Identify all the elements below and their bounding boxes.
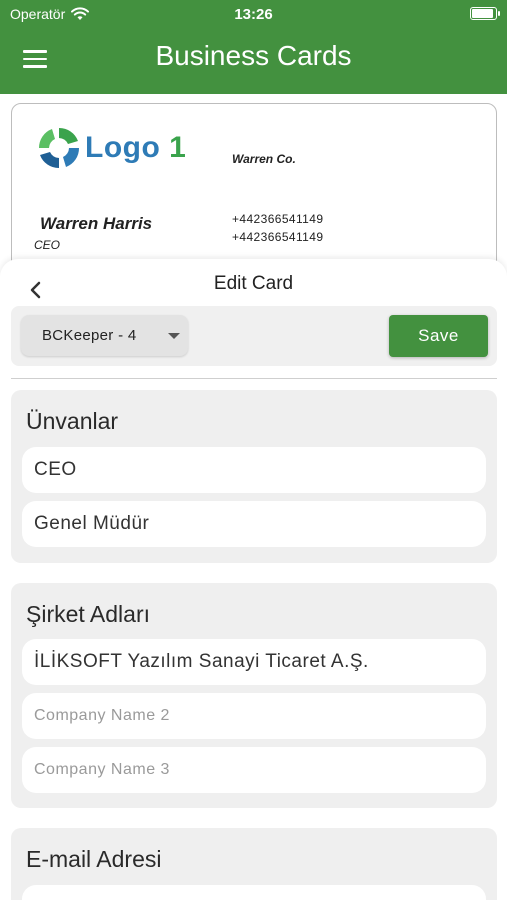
edit-toolbar: BCKeeper - 4 Save: [11, 306, 497, 366]
battery-icon: [470, 7, 500, 20]
sheet-title: Edit Card: [213, 273, 294, 294]
email-section: E-mail Adresi: [11, 828, 497, 900]
status-time: 13:26: [234, 6, 273, 23]
logo-text: Logo 1: [85, 131, 187, 164]
companies-section: Şirket Adları İLİKSOFT Yazılım Sanayi Ti…: [11, 583, 497, 808]
card-phone: +442366541149: [232, 212, 324, 226]
save-button[interactable]: Save: [389, 315, 488, 357]
title-field[interactable]: Genel Müdür: [22, 501, 486, 547]
section-heading: Ünvanlar: [26, 408, 119, 434]
card-name: Warren Harris: [40, 214, 153, 233]
divider: [11, 378, 497, 379]
card-template-select[interactable]: BCKeeper - 4: [21, 315, 188, 356]
card-phone: +442366541149: [232, 230, 324, 244]
card-title: CEO: [34, 238, 61, 252]
section-heading: E-mail Adresi: [26, 846, 162, 872]
caret-down-icon: [168, 333, 180, 339]
email-field[interactable]: [22, 885, 486, 900]
company-name-field[interactable]: Company Name 3: [22, 747, 486, 793]
titles-section: Ünvanlar CEO Genel Müdür: [11, 390, 497, 563]
card-company: Warren Co.: [232, 152, 296, 166]
company-name-field[interactable]: İLİKSOFT Yazılım Sanayi Ticaret A.Ş.: [22, 639, 486, 685]
edit-card-sheet: Edit Card BCKeeper - 4 Save Ünvanlar CEO…: [0, 259, 507, 900]
section-heading: Şirket Adları: [26, 601, 150, 627]
page-title: Business Cards: [155, 40, 352, 71]
logo-swirl-icon: [38, 127, 80, 169]
title-field[interactable]: CEO: [22, 447, 486, 493]
card-template-value: BCKeeper - 4: [42, 327, 137, 344]
company-logo: Logo 1: [37, 126, 186, 170]
app-header: Operatör 13:26 Business Cards: [0, 0, 507, 94]
status-bar: Operatör 13:26: [0, 0, 507, 30]
company-name-field[interactable]: Company Name 2: [22, 693, 486, 739]
